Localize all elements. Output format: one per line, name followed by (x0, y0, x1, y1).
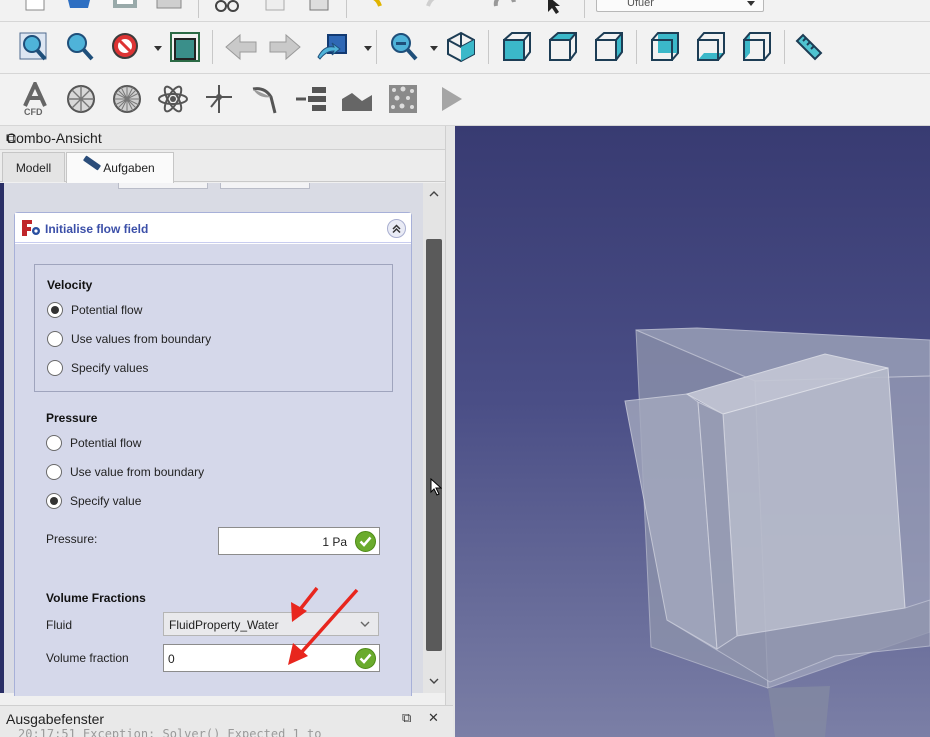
output-log-line: 20:17:51 Exception: Solver() Expected 1 … (18, 727, 322, 737)
scroll-up-icon[interactable] (423, 183, 445, 205)
output-window-title: Ausgabefenster (6, 711, 105, 727)
3d-viewport[interactable] (455, 126, 930, 737)
3d-model (624, 327, 930, 737)
close-icon[interactable]: ✕ (428, 710, 439, 726)
scrollbar-thumb[interactable] (426, 239, 442, 651)
panel-splitter[interactable] (445, 126, 455, 737)
mouse-cursor-icon (430, 478, 442, 496)
float-panel-icon[interactable]: ⧉ (402, 710, 411, 726)
task-panel-scrollbar[interactable] (423, 183, 445, 693)
scroll-down-icon[interactable] (423, 671, 445, 693)
